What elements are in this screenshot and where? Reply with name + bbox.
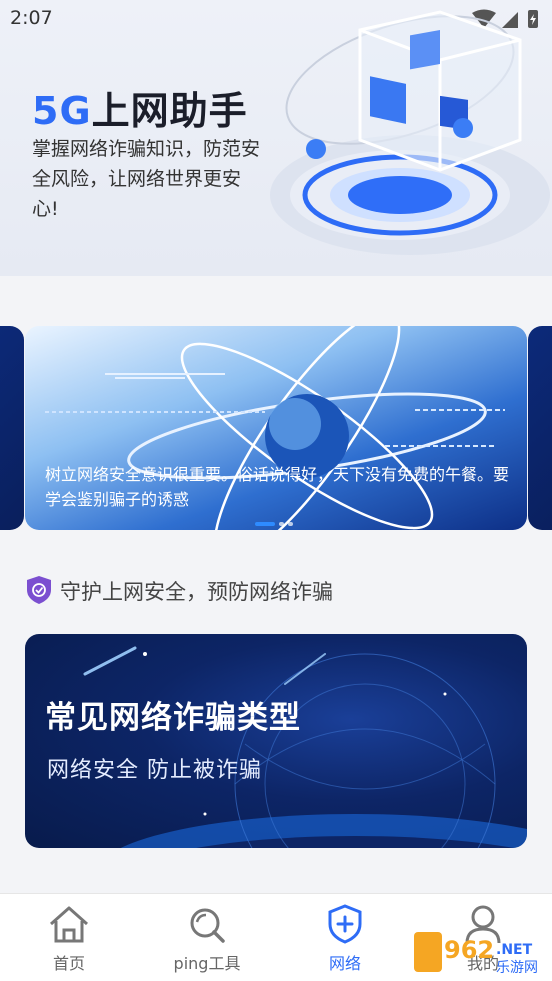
hero-title-text: 上网助手: [91, 89, 248, 133]
fraud-card-subtitle: 网络安全 防止被诈骗: [47, 758, 262, 783]
carousel-indicator: [255, 522, 295, 528]
hero-subtitle: 掌握网络诈骗知识，防范安全风险，让网络世界更安心!: [32, 138, 261, 220]
hero-title-accent: 5G: [32, 89, 92, 133]
svg-text:.NET: .NET: [496, 942, 533, 958]
carousel-slide-next[interactable]: [528, 326, 552, 530]
svg-text:乐游网: 乐游网: [496, 960, 538, 976]
news-carousel[interactable]: 树立网络安全意识很重要。俗话说得好，天下没有免费的午餐。要学会鉴别骗子的诱惑: [0, 326, 552, 532]
network-globe-illustration: [83, 646, 527, 848]
carousel-dot: [279, 522, 284, 526]
shield-check-icon: [27, 576, 51, 604]
carousel-dot: [288, 522, 293, 526]
tab-home[interactable]: 首页: [0, 894, 138, 981]
hero-title: 5G上网助手: [32, 80, 248, 135]
cube-illustration: [270, 10, 550, 255]
tab-label: 首页: [52, 954, 85, 973]
carousel-slide[interactable]: 树立网络安全意识很重要。俗话说得好，天下没有免费的午餐。要学会鉴别骗子的诱惑: [25, 326, 527, 530]
tab-ping-tool[interactable]: ping工具: [138, 894, 276, 981]
search-icon: [190, 908, 225, 943]
fraud-card-title: 常见网络诈骗类型: [45, 700, 301, 736]
carousel-dot-active: [255, 522, 275, 526]
shield-plus-icon: [328, 904, 362, 944]
tab-label: 网络: [328, 954, 361, 973]
tab-network[interactable]: 网络: [276, 894, 414, 981]
tab-label: ping工具: [173, 954, 241, 973]
hero-banner: 2:07 5G上网助手 掌握网络诈骗知识，防范安全风险，让网络世界更安心!: [0, 0, 552, 276]
svg-text:962: 962: [444, 936, 494, 964]
fraud-types-card[interactable]: 常见网络诈骗类型 网络安全 防止被诈骗: [25, 634, 527, 848]
carousel-caption: 树立网络安全意识很重要。俗话说得好，天下没有免费的午餐。要学会鉴别骗子的诱惑: [45, 465, 510, 509]
section-title: 守护上网安全，预防网络诈骗: [60, 580, 333, 604]
section-header: 守护上网安全，预防网络诈骗: [26, 574, 526, 606]
home-icon: [50, 906, 88, 943]
status-time: 2:07: [10, 7, 53, 29]
site-watermark-logo: 962 .NET 乐游网: [414, 932, 538, 976]
carousel-slide-prev[interactable]: [0, 326, 24, 530]
